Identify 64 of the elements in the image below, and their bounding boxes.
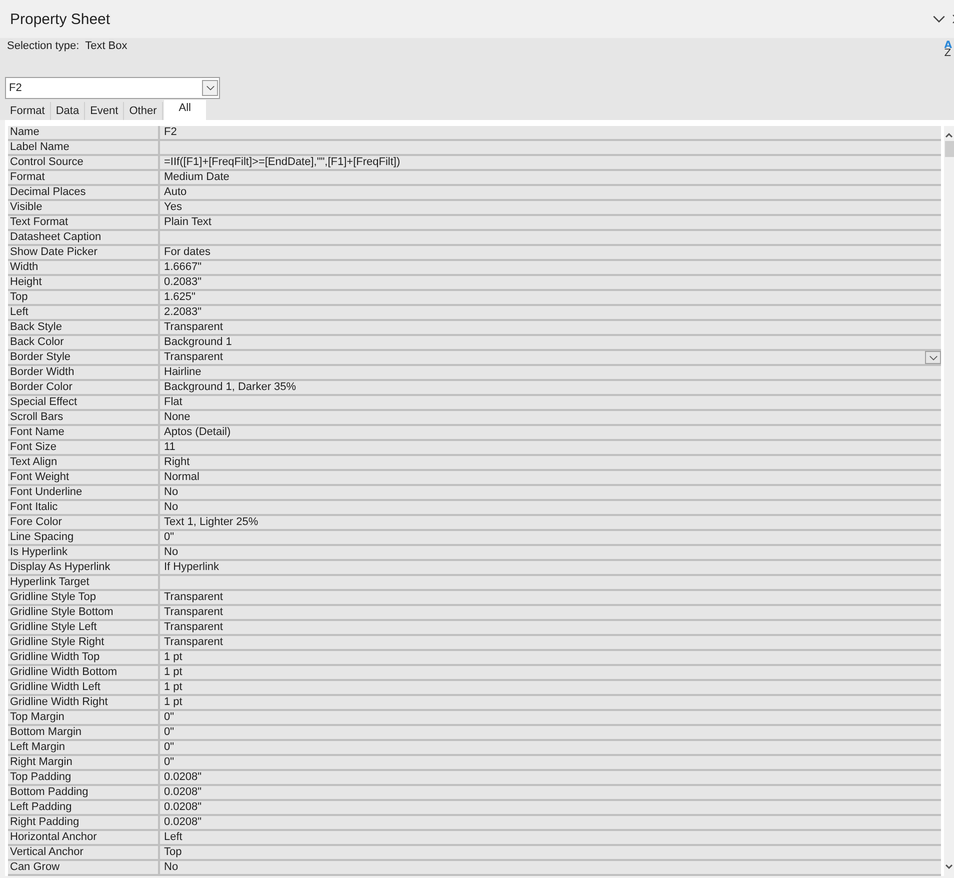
property-name: Border Style bbox=[8, 351, 160, 364]
property-name: Back Color bbox=[8, 336, 160, 349]
property-name: Special Effect bbox=[8, 396, 160, 409]
property-name: Text Align bbox=[8, 456, 160, 469]
property-name: Left Padding bbox=[8, 801, 160, 814]
property-name: Show Date Picker bbox=[8, 246, 160, 259]
dropdown-button[interactable] bbox=[925, 351, 942, 364]
chevron-down-icon bbox=[932, 15, 946, 23]
property-name: Right Padding bbox=[8, 816, 160, 829]
property-name: Font Size bbox=[8, 441, 160, 454]
property-name: Fore Color bbox=[8, 516, 160, 529]
sort-button[interactable]: A Z bbox=[944, 42, 952, 58]
collapse-button[interactable] bbox=[932, 15, 946, 23]
property-name: Top bbox=[8, 291, 160, 304]
property-name: Label Name bbox=[8, 141, 160, 154]
property-name: Border Color bbox=[8, 381, 160, 394]
property-name: Right Margin bbox=[8, 756, 160, 769]
property-name: Name bbox=[8, 126, 160, 139]
chevron-down-icon bbox=[206, 85, 214, 91]
property-name: Font Underline bbox=[8, 486, 160, 499]
window-title: Property Sheet bbox=[10, 10, 110, 28]
property-name: Bottom Margin bbox=[8, 726, 160, 739]
property-name: Top Margin bbox=[8, 711, 160, 724]
property-name: Gridline Style Top bbox=[8, 591, 160, 604]
property-name: Scroll Bars bbox=[8, 411, 160, 424]
property-name: Left Margin bbox=[8, 741, 160, 754]
property-name: Bottom Padding bbox=[8, 786, 160, 799]
property-name: Left bbox=[8, 306, 160, 319]
scrollbar-thumb[interactable] bbox=[944, 141, 954, 157]
property-name: Gridline Width Top bbox=[8, 651, 160, 664]
scroll-up-icon bbox=[945, 132, 953, 138]
property-name: Gridline Style Bottom bbox=[8, 606, 160, 619]
property-name: Can Grow bbox=[8, 861, 160, 874]
property-name: Gridline Width Bottom bbox=[8, 666, 160, 679]
property-name: Gridline Style Right bbox=[8, 636, 160, 649]
chevron-down-icon bbox=[928, 354, 938, 360]
property-name: Line Spacing bbox=[8, 531, 160, 544]
property-name: Hyperlink Target bbox=[8, 576, 160, 589]
property-name: Control Source bbox=[8, 156, 160, 169]
property-name: Font Name bbox=[8, 426, 160, 439]
object-selector-dropdown[interactable]: F2 bbox=[5, 77, 220, 99]
property-name: Text Format bbox=[8, 216, 160, 229]
property-name: Font Italic bbox=[8, 501, 160, 514]
property-name: Height bbox=[8, 276, 160, 289]
property-name: Decimal Places bbox=[8, 186, 160, 199]
property-name: Horizontal Anchor bbox=[8, 831, 160, 844]
property-name: Border Width bbox=[8, 366, 160, 379]
scroll-down-icon bbox=[945, 864, 953, 870]
property-name: Width bbox=[8, 261, 160, 274]
property-name: Gridline Style Left bbox=[8, 621, 160, 634]
tab[interactable]: All bbox=[164, 99, 206, 120]
property-name: Vertical Anchor bbox=[8, 846, 160, 859]
property-name: Gridline Width Right bbox=[8, 696, 160, 709]
property-name: Display As Hyperlink bbox=[8, 561, 160, 574]
property-name: Is Hyperlink bbox=[8, 546, 160, 559]
property-name: Gridline Width Left bbox=[8, 681, 160, 694]
property-name: Back Style bbox=[8, 321, 160, 334]
property-name: Top Padding bbox=[8, 771, 160, 784]
property-name: Format bbox=[8, 171, 160, 184]
scrollbar[interactable] bbox=[944, 126, 954, 876]
property-name: Font Weight bbox=[8, 471, 160, 484]
property-name: Visible bbox=[8, 201, 160, 214]
selection-type-label: Selection type: Text Box bbox=[7, 40, 128, 54]
property-name: Datasheet Caption bbox=[8, 231, 160, 244]
